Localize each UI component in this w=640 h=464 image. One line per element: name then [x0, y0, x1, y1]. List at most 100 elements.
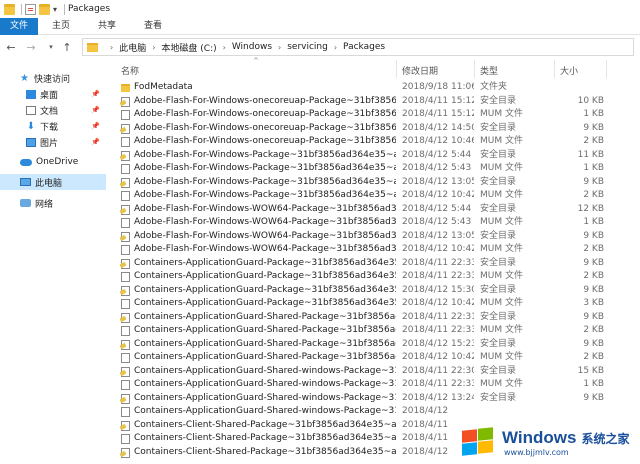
tab-share[interactable]: 共享 [84, 18, 130, 35]
table-row[interactable]: Adobe-Flash-For-Windows-Package~31bf3856… [108, 149, 608, 163]
mum-file-icon [121, 218, 130, 228]
table-row[interactable]: Adobe-Flash-For-Windows-onecoreuap-Packa… [108, 95, 608, 109]
file-name: Adobe-Flash-For-Windows-Package~31bf3856… [134, 190, 396, 200]
table-row[interactable]: Adobe-Flash-For-Windows-WOW64-Package~31… [108, 243, 608, 257]
nav-item-onedrive[interactable]: OneDrive [0, 154, 106, 170]
chevron-right-icon[interactable]: › [223, 43, 226, 52]
column-type[interactable]: 类型 [480, 64, 498, 77]
chevron-right-icon[interactable]: › [334, 43, 337, 52]
breadcrumb-local-disk[interactable]: 本地磁盘 (C:) [161, 41, 216, 54]
tab-file[interactable]: 文件 [0, 18, 39, 35]
mum-file-icon [121, 380, 130, 390]
file-name: Adobe-Flash-For-Windows-WOW64-Package~31… [134, 203, 396, 214]
back-arrow-icon[interactable]: ← [6, 41, 16, 54]
new-folder-icon[interactable] [39, 3, 50, 15]
pin-icon[interactable]: 📌 [91, 138, 100, 146]
modified-date: 2018/9/18 11:06 [402, 82, 474, 92]
file-size: 2 KB [583, 325, 604, 335]
properties-icon[interactable] [25, 3, 36, 15]
address-bar[interactable]: › 此电脑 › 本地磁盘 (C:) › Windows › servicing … [82, 38, 634, 56]
column-divider[interactable] [554, 60, 555, 78]
tab-view[interactable]: 查看 [130, 18, 176, 35]
table-row[interactable]: FodMetadata 2018/9/18 11:06 文件夹 [108, 81, 608, 95]
table-row[interactable]: Containers-ApplicationGuard-Shared-Packa… [108, 311, 608, 325]
up-arrow-icon[interactable]: ↑ [62, 41, 72, 54]
nav-item-desktop[interactable]: 桌面 📌 [0, 86, 106, 102]
file-size: 9 KB [583, 230, 604, 241]
pin-icon[interactable]: 📌 [91, 90, 100, 98]
file-name: Containers-ApplicationGuard-Shared-Packa… [134, 325, 396, 335]
watermark: Windows 系统之家 www.bjjmlv.com [456, 420, 640, 464]
modified-date: 2018/4/11 22:33 [402, 271, 474, 281]
breadcrumb-this-pc[interactable]: 此电脑 [119, 41, 146, 54]
table-row[interactable]: Containers-ApplicationGuard-Package~31bf… [108, 270, 608, 284]
chevron-right-icon[interactable]: › [278, 43, 281, 52]
pin-icon[interactable]: 📌 [91, 106, 100, 114]
security-catalog-icon [121, 204, 130, 215]
column-divider[interactable] [474, 60, 475, 78]
table-row[interactable]: Adobe-Flash-For-Windows-onecoreuap-Packa… [108, 135, 608, 149]
file-name: Adobe-Flash-For-Windows-onecoreuap-Packa… [134, 122, 396, 133]
pin-icon[interactable]: 📌 [91, 122, 100, 130]
nav-item-documents[interactable]: 文档 📌 [0, 102, 106, 118]
breadcrumb-windows[interactable]: Windows [232, 42, 272, 52]
table-row[interactable]: Adobe-Flash-For-Windows-WOW64-Package~31… [108, 230, 608, 244]
table-row[interactable]: Containers-ApplicationGuard-Shared-Packa… [108, 351, 608, 365]
title-separator [21, 3, 22, 15]
table-row[interactable]: Containers-ApplicationGuard-Package~31bf… [108, 284, 608, 298]
chevron-right-icon[interactable]: › [110, 43, 113, 52]
nav-item-quick-access[interactable]: ★ 快速访问 [0, 70, 106, 86]
table-row[interactable]: Adobe-Flash-For-Windows-Package~31bf3856… [108, 176, 608, 190]
table-row[interactable]: Containers-ApplicationGuard-Package~31bf… [108, 297, 608, 311]
table-row[interactable]: Containers-ApplicationGuard-Package~31bf… [108, 257, 608, 271]
table-row[interactable]: Containers-ApplicationGuard-Shared-windo… [108, 365, 608, 379]
modified-date: 2018/4/12 5:44 [402, 149, 472, 160]
chevron-right-icon[interactable]: › [152, 43, 155, 52]
table-row[interactable]: Adobe-Flash-For-Windows-onecoreuap-Packa… [108, 108, 608, 122]
quick-access-dropdown-icon[interactable]: ▾ [53, 5, 57, 14]
table-row[interactable]: Adobe-Flash-For-Windows-WOW64-Package~31… [108, 216, 608, 230]
nav-item-network[interactable]: 网络 [0, 195, 106, 211]
mum-file-icon [121, 164, 130, 174]
recent-locations-icon[interactable]: ▾ [46, 43, 56, 51]
mum-file-icon [121, 326, 130, 336]
breadcrumb-servicing[interactable]: servicing [287, 42, 328, 52]
modified-date: 2018/4/11 15:12 [402, 95, 474, 106]
table-row[interactable]: Adobe-Flash-For-Windows-onecoreuap-Packa… [108, 122, 608, 136]
security-catalog-icon [121, 177, 130, 188]
table-row[interactable]: Containers-ApplicationGuard-Shared-windo… [108, 405, 608, 419]
file-name: Containers-ApplicationGuard-Shared-Packa… [134, 352, 396, 362]
this-pc-icon [20, 178, 31, 186]
file-name: Adobe-Flash-For-Windows-Package~31bf3856… [134, 149, 396, 160]
table-row[interactable]: Adobe-Flash-For-Windows-WOW64-Package~31… [108, 203, 608, 217]
nav-item-this-pc[interactable]: 此电脑 [0, 174, 106, 190]
file-name: Adobe-Flash-For-Windows-WOW64-Package~31… [134, 244, 396, 254]
forward-arrow-icon[interactable]: → [26, 41, 36, 54]
nav-item-downloads[interactable]: ⬇ 下载 📌 [0, 118, 106, 134]
modified-date: 2018/4/11 22:30 [402, 365, 474, 376]
file-size: 1 KB [583, 163, 604, 173]
file-name: Adobe-Flash-For-Windows-onecoreuap-Packa… [134, 95, 396, 106]
modified-date: 2018/4/12 10:46 [402, 136, 474, 146]
table-row[interactable]: Containers-ApplicationGuard-Shared-Packa… [108, 338, 608, 352]
file-size: 10 KB [577, 95, 604, 106]
watermark-url: www.bjjmlv.com [504, 447, 569, 457]
column-divider[interactable] [606, 60, 607, 78]
table-row[interactable]: Containers-ApplicationGuard-Shared-windo… [108, 392, 608, 406]
column-name[interactable]: 名称 [121, 64, 139, 77]
column-date[interactable]: 修改日期 [402, 64, 438, 77]
tab-home[interactable]: 主页 [38, 18, 84, 35]
table-row[interactable]: Adobe-Flash-For-Windows-Package~31bf3856… [108, 189, 608, 203]
file-type: 安全目录 [480, 176, 517, 187]
column-divider[interactable] [396, 60, 397, 78]
file-type: MUM 文件 [480, 379, 523, 389]
table-row[interactable]: Containers-ApplicationGuard-Shared-Packa… [108, 324, 608, 338]
table-row[interactable]: Containers-ApplicationGuard-Shared-windo… [108, 378, 608, 392]
nav-item-pictures[interactable]: 图片 📌 [0, 134, 106, 150]
file-size: 9 KB [583, 392, 604, 403]
column-size[interactable]: 大小 [560, 64, 578, 77]
breadcrumb-packages[interactable]: Packages [343, 42, 385, 52]
modified-date: 2018/4/12 10:42 [402, 352, 474, 362]
table-row[interactable]: Adobe-Flash-For-Windows-Package~31bf3856… [108, 162, 608, 176]
file-type: 安全目录 [480, 284, 517, 295]
